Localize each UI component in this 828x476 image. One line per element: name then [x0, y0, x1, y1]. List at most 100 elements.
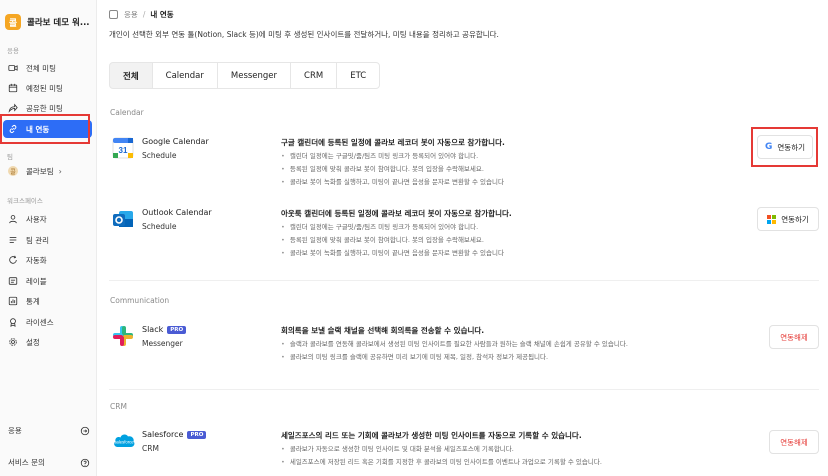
tab-crm[interactable]: CRM: [290, 62, 338, 89]
section-label-workspace: 워크스페이스: [7, 197, 43, 205]
slack-name: Slack PRO: [142, 325, 187, 334]
workspace-logo: 콜: [5, 14, 21, 30]
filter-tabs: 전체 Calendar Messenger CRM ETC: [109, 62, 381, 89]
sidebar-item-team[interactable]: 콜 콜라보팀 ›: [3, 162, 92, 180]
workspace-name: 콜라보 데모 워...: [27, 18, 90, 28]
list-item: 콜라보가 자동으로 생성한 미팅 인사이트 및 대화 분석을 세일즈포스에 기록…: [281, 443, 602, 456]
share-icon: [8, 103, 18, 113]
slack-title: 회의록을 보낼 슬랙 채널을 선택해 회의록을 전송할 수 있습니다.: [281, 326, 485, 335]
sidebar-item-label: 설정: [26, 337, 40, 347]
pro-badge: PRO: [167, 325, 187, 334]
outlook-calendar-name: Outlook Calendar: [142, 208, 212, 217]
sidebar-item-label: 라이센스: [26, 317, 54, 327]
button-label: 연동하기: [781, 214, 809, 224]
sidebar-item-statistics[interactable]: 통계: [3, 292, 92, 310]
slack-disconnect-button[interactable]: 연동해제: [769, 325, 819, 349]
user-icon: [9, 215, 17, 224]
tab-etc[interactable]: ETC: [336, 62, 381, 89]
microsoft-icon: [767, 214, 777, 224]
license-icon: [10, 318, 16, 327]
sidebar-item-settings[interactable]: 설정: [3, 333, 92, 351]
list-item: 콜라보 봇이 녹화를 실행하고, 미팅이 끝나면 음성을 문자로 변환할 수 있…: [281, 176, 504, 189]
sidebar-support-link[interactable]: 서비스 문의: [8, 457, 90, 468]
slack-icon: [113, 326, 133, 346]
sidebar-item-label: 사용자: [26, 214, 47, 224]
sidebar: 콜 콜라보 데모 워... 응용 전체 미팅 예정된 미팅 공유한 미팅 내 연…: [0, 0, 97, 476]
page-description: 개인이 선택한 외부 연동 툴(Notion, Slack 등)에 미팅 후 생…: [109, 30, 499, 39]
list-item: 슬랙과 콜라보를 연동해 콜라보에서 생성된 미팅 인사이트를 필요한 사람들과…: [281, 338, 628, 351]
team-icon: [9, 237, 17, 243]
salesforce-name-label: Salesforce: [142, 430, 184, 439]
salesforce-bullets: 콜라보가 자동으로 생성한 미팅 인사이트 및 대화 분석을 세일즈포스에 기록…: [281, 443, 602, 469]
salesforce-disconnect-button[interactable]: 연동해제: [769, 430, 819, 454]
list-item: 콜라보의 미팅 링크를 슬랙에 공유하면 미리 보기에 미팅 제목, 일정, 참…: [281, 351, 628, 364]
sidebar-item-license[interactable]: 라이센스: [3, 313, 92, 331]
sidebar-item-team-management[interactable]: 팀 관리: [3, 231, 92, 249]
google-calendar-title: 구글 캘린더에 등록된 일정에 콜라보 레코더 봇이 자동으로 참가합니다.: [281, 138, 505, 147]
chevron-right-icon: ›: [58, 166, 62, 176]
svg-text:31: 31: [119, 146, 128, 155]
breadcrumb-current: 내 연동: [150, 10, 174, 19]
sidebar-item-labels[interactable]: 레이블: [3, 272, 92, 290]
help-icon: [80, 458, 90, 467]
list-item: 등록된 일정에 맞춰 콜라보 봇이 참여합니다. 봇의 입장을 수락해보세요.: [281, 234, 504, 247]
outlook-connect-button[interactable]: 연동하기: [757, 207, 819, 231]
workspace-switcher[interactable]: 콜 콜라보 데모 워...: [5, 14, 90, 30]
google-calendar-category: Schedule: [142, 151, 177, 160]
sidebar-item-shared-meetings[interactable]: 공유한 미팅: [3, 99, 92, 117]
tab-all[interactable]: 전체: [109, 62, 153, 89]
pro-badge: PRO: [187, 430, 207, 439]
list-item: 캘린더 일정에는 구글밋/줌/팀즈 미팅 링크가 등록되어 있어야 합니다.: [281, 150, 504, 163]
sidebar-apps-link[interactable]: 응용: [8, 425, 90, 436]
sidebar-item-label: 내 연동: [26, 124, 50, 134]
sidebar-toggle-icon[interactable]: [109, 10, 118, 19]
breadcrumb-separator: /: [142, 10, 146, 19]
category-calendar: Calendar: [110, 108, 144, 117]
google-connect-button[interactable]: G 연동하기: [757, 135, 813, 159]
slack-bullets: 슬랙과 콜라보를 연동해 콜라보에서 생성된 미팅 인사이트를 필요한 사람들과…: [281, 338, 628, 364]
calendar-icon: [8, 83, 18, 93]
video-icon: [8, 65, 18, 71]
list-item: 세일즈포스에 저장된 리드 혹은 기회를 지정한 후 콜라보의 미팅 인사이트를…: [281, 456, 602, 469]
sidebar-item-label: 자동화: [26, 255, 47, 265]
section-label-apps: 응용: [7, 47, 19, 55]
breadcrumb: 응용 / 내 연동: [109, 9, 174, 20]
sidebar-item-users[interactable]: 사용자: [3, 210, 92, 228]
sidebar-item-label: 공유한 미팅: [26, 103, 63, 113]
chart-icon: [8, 296, 18, 306]
section-divider: [109, 280, 819, 281]
outlook-calendar-bullets: 캘린더 일정에는 구글밋/줌/팀즈 미팅 링크가 등록되어 있어야 합니다. 등…: [281, 221, 504, 259]
sidebar-item-label: 통계: [26, 296, 40, 306]
google-calendar-bullets: 캘린더 일정에는 구글밋/줌/팀즈 미팅 링크가 등록되어 있어야 합니다. 등…: [281, 150, 504, 188]
sidebar-item-all-meetings[interactable]: 전체 미팅: [3, 59, 92, 77]
tab-calendar[interactable]: Calendar: [151, 62, 218, 89]
automation-icon: [9, 255, 17, 264]
sidebar-item-my-integrations[interactable]: 내 연동: [3, 120, 92, 138]
slack-name-label: Slack: [142, 325, 164, 334]
section-divider: [109, 389, 819, 390]
sidebar-item-scheduled-meetings[interactable]: 예정된 미팅: [3, 79, 92, 97]
support-label: 서비스 문의: [8, 458, 45, 467]
team-avatar: 콜: [8, 166, 18, 176]
sidebar-item-automation[interactable]: 자동화: [3, 251, 92, 269]
section-label-team: 팀: [7, 153, 13, 161]
google-icon: G: [765, 142, 773, 152]
list-item: 캘린더 일정에는 구글밋/줌/팀즈 미팅 링크가 등록되어 있어야 합니다.: [281, 221, 504, 234]
outlook-calendar-category: Schedule: [142, 222, 177, 231]
salesforce-logo-text: salesforce: [114, 440, 134, 445]
outlook-calendar-title: 아웃룩 캘린더에 등록된 일정에 콜라보 레코더 봇이 자동으로 참가합니다.: [281, 209, 512, 218]
breadcrumb-root[interactable]: 응용: [124, 9, 138, 20]
button-label: 연동하기: [777, 142, 805, 152]
gear-icon: [9, 338, 17, 346]
salesforce-name: Salesforce PRO: [142, 430, 207, 439]
team-label: 콜라보팀: [26, 166, 54, 176]
category-communication: Communication: [110, 296, 170, 305]
sidebar-item-label: 전체 미팅: [26, 63, 56, 73]
label-icon: [8, 277, 18, 285]
slack-category: Messenger: [142, 339, 183, 348]
salesforce-category: CRM: [142, 444, 159, 453]
outlook-icon: [113, 211, 133, 227]
tab-messenger[interactable]: Messenger: [216, 62, 292, 89]
apps-label: 응용: [8, 426, 22, 435]
list-item: 등록된 일정에 맞춰 콜라보 봇이 참여합니다. 봇의 입장을 수락해보세요.: [281, 163, 504, 176]
